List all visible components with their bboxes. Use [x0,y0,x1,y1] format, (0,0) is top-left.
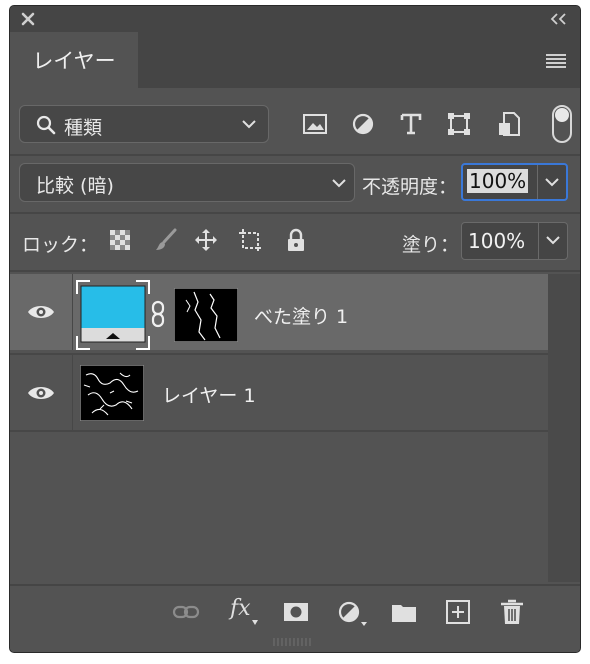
fill-dropdown[interactable] [538,223,567,259]
lock-transparent-pixels-icon[interactable] [108,228,132,252]
fill-layer-thumbnail[interactable] [76,280,150,350]
shape-filter-icon[interactable] [446,111,472,137]
layer-thumbnail[interactable] [80,365,144,421]
layer-row-fill[interactable]: べた塗り 1 [10,274,548,350]
group-folder-icon[interactable] [390,598,418,626]
visibility-eye-icon[interactable] [26,302,56,322]
layers-scrollbar[interactable] [548,274,580,582]
opacity-label: 不透明度： [362,176,458,198]
panel-menu-icon[interactable] [546,53,566,69]
adjustment-layer-icon[interactable] [336,598,368,626]
chevron-down-icon [546,236,560,245]
fx-label: fx [230,596,251,621]
row-divider [72,355,73,431]
fill-label: 塗り： [402,234,460,256]
collapse-icon[interactable] [550,13,568,25]
mask-icon[interactable] [282,598,310,626]
type-filter-icon[interactable] [398,111,424,137]
lock-position-move-icon[interactable] [194,228,218,252]
filter-toggle[interactable] [552,105,572,143]
lock-all-padlock-icon[interactable] [284,228,308,252]
layer-name[interactable]: べた塗り 1 [254,302,348,329]
toggle-knob [555,108,569,122]
fill-field[interactable]: 100% [461,222,568,260]
layer-name[interactable]: レイヤー 1 [162,381,256,408]
row-divider [72,274,73,350]
trash-icon[interactable] [498,598,526,626]
submenu-triangle-icon [252,620,258,625]
layer-mask-thumbnail[interactable] [174,288,238,342]
tab-row: レイヤー [10,32,580,88]
filter-kind-label: 種類 [64,117,103,139]
tab-layers-label: レイヤー [32,49,116,73]
link-chain-icon[interactable] [150,300,166,328]
adjustment-filter-icon[interactable] [350,111,376,137]
search-icon [36,115,56,135]
resize-grip-icon[interactable] [272,638,312,646]
bottom-toolbar: fx [10,584,580,652]
chevron-down-icon [545,178,559,187]
divider [10,430,548,432]
chevron-down-icon [242,120,256,129]
opacity-field[interactable]: 100% [461,163,568,201]
tab-layers[interactable]: レイヤー [10,32,138,88]
fx-icon[interactable]: fx [228,596,262,626]
blend-mode-label: 比較 (暗) [36,175,114,197]
divider [10,154,580,156]
lock-artboard-icon[interactable] [238,228,262,252]
opacity-dropdown[interactable] [537,165,566,199]
new-layer-icon[interactable] [444,598,472,626]
visibility-eye-icon[interactable] [26,383,56,403]
lock-image-pixels-brush-icon[interactable] [154,228,178,252]
divider [10,270,580,272]
fill-value[interactable]: 100% [468,229,525,253]
smart-object-filter-icon[interactable] [496,111,522,137]
layer-row-raster[interactable]: レイヤー 1 [10,355,548,431]
layers-panel: レイヤー 種類 比較 (暗) 不透明度： 100% ロック： 塗り： 100% … [10,6,580,652]
divider [10,212,580,214]
close-icon[interactable] [20,11,36,27]
lock-label: ロック： [22,234,99,256]
opacity-value[interactable]: 100% [467,169,529,193]
blend-mode-select[interactable]: 比較 (暗) [19,163,355,202]
chevron-down-icon [332,179,346,188]
link-layers-icon[interactable] [172,598,200,626]
image-filter-icon[interactable] [302,111,328,137]
panel-titlebar [10,6,580,32]
filter-kind-select[interactable]: 種類 [19,105,269,143]
